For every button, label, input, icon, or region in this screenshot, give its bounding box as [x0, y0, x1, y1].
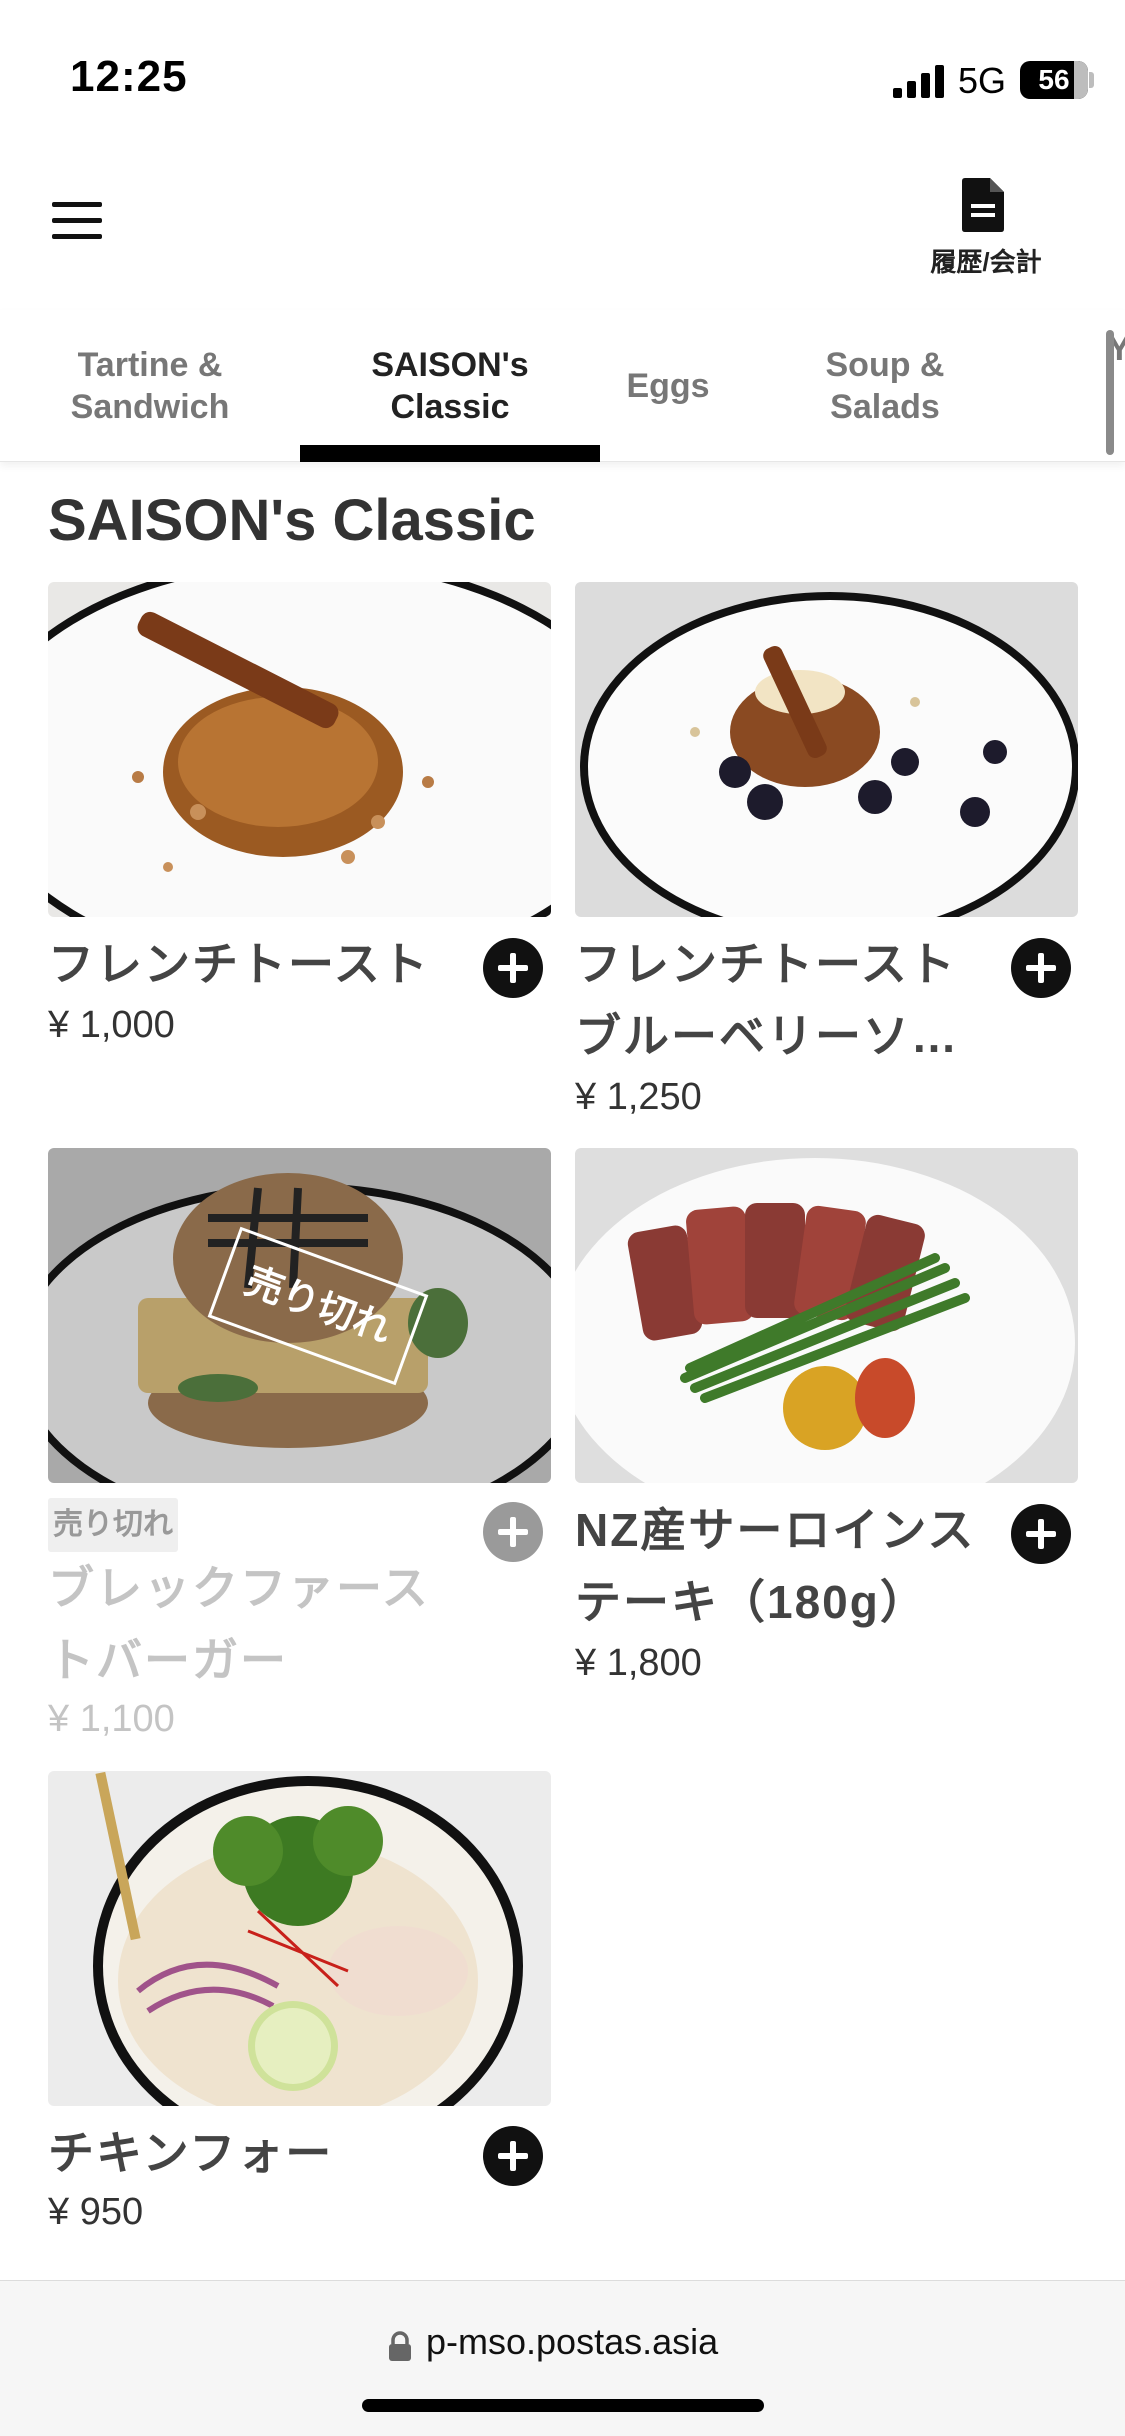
- item-price: ¥ 950: [48, 2191, 144, 2233]
- menu-item-card-soldout[interactable]: 売り切れ 売り切れ ブレックファース トバーガー ¥ 1,100: [48, 1148, 551, 1748]
- chicken-pho-photo: [48, 1771, 551, 2106]
- item-price: ¥ 1,000: [48, 1004, 175, 1046]
- home-indicator[interactable]: [362, 2399, 764, 2412]
- status-bar: 12:25 5G 56: [0, 0, 1125, 140]
- battery-nub: [1089, 72, 1094, 88]
- url-text[interactable]: p-mso.postas.asia: [426, 2321, 718, 2363]
- item-name-line2[interactable]: トバーガー: [48, 1624, 288, 1696]
- network-type: 5G: [958, 60, 1007, 101]
- item-price: ¥ 1,100: [48, 1698, 175, 1740]
- battery-level: 56: [1038, 64, 1070, 95]
- item-name[interactable]: フレンチトースト: [575, 928, 957, 1000]
- menu-item-card[interactable]: フレンチトースト ¥ 1,000: [48, 582, 551, 1052]
- tab-scrollbar[interactable]: [1106, 330, 1114, 455]
- tab-soup-salads[interactable]: Soup & Salads: [780, 310, 990, 462]
- lock-icon: [389, 2331, 411, 2361]
- item-name-line2[interactable]: テーキ（180g）: [575, 1566, 928, 1638]
- tab-saisons-classic[interactable]: SAISON's Classic: [300, 310, 600, 462]
- add-to-cart-button[interactable]: [483, 2126, 543, 2186]
- category-tabs: Tartine & Sandwich SAISON's Classic Eggs…: [0, 310, 1125, 462]
- item-price: ¥ 1,250: [575, 1076, 702, 1118]
- hamburger-menu-icon[interactable]: [52, 202, 104, 244]
- add-to-cart-button[interactable]: [1011, 1504, 1071, 1564]
- app-header: 履歴/会計: [0, 140, 1125, 310]
- add-to-cart-button-disabled: [483, 1502, 543, 1562]
- item-name[interactable]: NZ産サーロインス: [575, 1494, 975, 1566]
- menu-item-card[interactable]: NZ産サーロインス テーキ（180g） ¥ 1,800: [575, 1148, 1078, 1688]
- section-title: SAISON's Classic: [48, 488, 536, 553]
- tab-tartine-sandwich[interactable]: Tartine & Sandwich: [30, 310, 270, 462]
- item-name[interactable]: ブレックファース: [48, 1552, 430, 1624]
- soldout-badge: 売り切れ: [48, 1498, 178, 1552]
- history-label: 履歴/会計: [930, 247, 1042, 277]
- add-to-cart-button[interactable]: [1011, 938, 1071, 998]
- status-time: 12:25: [70, 52, 188, 101]
- menu-item-card[interactable]: チキンフォー ¥ 950: [48, 1771, 551, 2241]
- cellular-signal-icon: [893, 64, 945, 98]
- sirloin-steak-photo: [575, 1148, 1078, 1483]
- menu-item-card[interactable]: フレンチトースト ブルーベリーソ… ¥ 1,250: [575, 582, 1078, 1122]
- item-name[interactable]: チキンフォー: [48, 2117, 333, 2189]
- item-name[interactable]: フレンチトースト: [48, 928, 430, 1000]
- french-toast-photo: [48, 582, 551, 917]
- add-to-cart-button[interactable]: [483, 938, 543, 998]
- french-toast-blueberry-photo: [575, 582, 1078, 917]
- browser-url-bar[interactable]: p-mso.postas.asia: [0, 2280, 1125, 2436]
- tab-eggs[interactable]: Eggs: [600, 310, 736, 462]
- battery-icon: 56: [1020, 61, 1088, 99]
- active-tab-indicator: [300, 445, 600, 462]
- document-icon: [962, 178, 1004, 232]
- item-price: ¥ 1,800: [575, 1642, 702, 1684]
- history-checkout-button[interactable]: 履歴/会計: [908, 178, 1064, 288]
- item-name-line2[interactable]: ブルーベリーソ…: [575, 1000, 959, 1072]
